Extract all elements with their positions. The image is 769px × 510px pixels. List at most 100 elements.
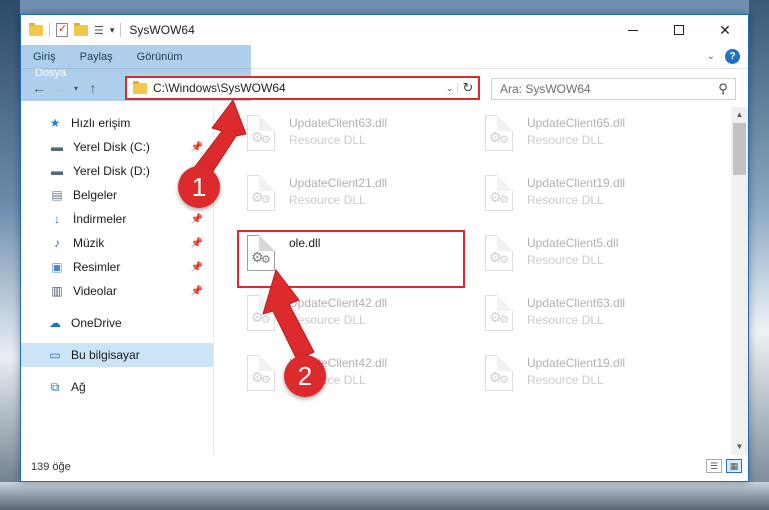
divider <box>120 23 122 37</box>
view-switcher: ☰ ▦ <box>706 459 742 473</box>
dll-file-icon: ⚙ ⚙ <box>241 295 279 341</box>
status-bar: 139 öğe ☰ ▦ <box>21 453 748 481</box>
desktop-background-left <box>0 0 20 510</box>
address-dropdown-icon[interactable]: ⌄ <box>442 82 458 94</box>
sidebar-item-videos[interactable]: ▥ Videolar 📌 <box>21 279 213 303</box>
music-icon: ♪ <box>54 236 60 250</box>
quick-access-toolbar: ☰ ▾ <box>21 22 122 37</box>
refresh-icon[interactable]: ↻ <box>458 80 478 96</box>
file-item[interactable]: ⚙ ⚙ UpdateClient65.dll Resource DLL <box>479 113 709 169</box>
file-item[interactable]: ⚙ ⚙ UpdateClient19.dll Resource DLL <box>479 173 709 229</box>
file-item[interactable]: ⚙ ⚙ UpdateClient5.dll Resource DLL <box>479 233 709 289</box>
pin-icon[interactable]: 📌 <box>191 238 203 249</box>
step-badge-2: 2 <box>284 355 326 397</box>
sidebar-item-label: İndirmeler <box>73 212 127 226</box>
back-arrow-icon[interactable]: ← <box>29 80 49 96</box>
address-path[interactable]: C:\Windows\SysWOW64 <box>153 81 442 95</box>
address-bar[interactable]: C:\Windows\SysWOW64 ⌄ ↻ <box>125 76 480 100</box>
sidebar-item-label: Müzik <box>73 236 105 250</box>
close-icon: ✕ <box>719 21 731 38</box>
dll-file-icon: ⚙ ⚙ <box>241 175 279 221</box>
file-item[interactable]: ⚙ ⚙ UpdateClient63.dll Resource DLL <box>241 113 471 169</box>
dll-file-icon: ⚙ ⚙ <box>479 295 517 341</box>
minimize-button[interactable] <box>610 15 656 45</box>
sidebar-item-label: Belgeler <box>73 188 118 202</box>
file-name: UpdateClient19.dll <box>527 356 626 370</box>
file-type: Resource DLL <box>527 313 604 327</box>
properties-icon[interactable] <box>56 22 68 37</box>
scroll-up-icon[interactable]: ▲ <box>731 107 748 123</box>
sidebar-item-network[interactable]: ⧉ Ağ <box>21 375 213 399</box>
file-type: Resource DLL <box>289 133 366 147</box>
file-item[interactable]: ⚙ ⚙ UpdateClient42.dll Resource DLL <box>241 293 471 349</box>
navigation-pane: ★ Hızlı erişim ▬ Yerel Disk (C:) 📌 ▬ Yer… <box>21 107 214 455</box>
search-placeholder[interactable]: Ara: SysWOW64 <box>500 82 711 96</box>
file-item[interactable]: ⚙ ⚙ UpdateClient63.dll Resource DLL <box>479 293 709 349</box>
file-type: Resource DLL <box>527 253 604 267</box>
file-item[interactable]: ⚙ ⚙ UpdateClient19.dll Resource DLL <box>479 353 709 409</box>
details-view-icon[interactable]: ☰ <box>706 459 722 473</box>
videos-icon: ▥ <box>51 284 63 298</box>
scroll-thumb[interactable] <box>733 123 746 175</box>
file-name: UpdateClient5.dll <box>527 236 619 250</box>
recent-locations-chevron-icon[interactable]: ▾ <box>69 84 83 93</box>
file-name: UpdateClient63.dll <box>527 296 626 310</box>
dll-file-icon: ⚙ ⚙ <box>241 355 279 401</box>
help-icon[interactable]: ? <box>725 49 740 64</box>
cloud-icon: ☁ <box>49 316 61 330</box>
pin-icon[interactable]: 📌 <box>191 142 203 153</box>
file-type: Resource DLL <box>289 193 366 207</box>
sidebar-item-label: Videolar <box>73 284 117 298</box>
network-icon: ⧉ <box>50 379 60 394</box>
sidebar-item-quick-access[interactable]: ★ Hızlı erişim <box>21 111 213 135</box>
large-icons-view-icon[interactable]: ▦ <box>726 459 742 473</box>
maximize-button[interactable] <box>656 15 702 45</box>
dll-file-icon: ⚙ ⚙ <box>241 115 279 161</box>
expand-ribbon-icon[interactable]: ⌄ <box>707 51 715 62</box>
selection-highlight <box>237 230 465 288</box>
documents-icon: ▤ <box>51 188 63 202</box>
folder-icon <box>29 22 43 36</box>
file-item[interactable]: ⚙ ⚙ UpdateClient42.dll Resource DLL <box>241 353 471 409</box>
search-icon[interactable]: ⚲ <box>711 81 735 97</box>
desktop-background-right <box>749 0 769 510</box>
star-icon: ★ <box>49 116 61 130</box>
window-controls: ✕ <box>610 15 748 45</box>
dll-file-icon: ⚙ ⚙ <box>479 175 517 221</box>
minimize-icon <box>628 29 638 31</box>
dll-file-icon: ⚙ ⚙ <box>479 235 517 281</box>
sidebar-item-this-pc[interactable]: ▭ Bu bilgisayar <box>21 343 213 367</box>
divider <box>49 23 50 37</box>
sidebar-item-label: Yerel Disk (D:) <box>73 164 150 178</box>
sidebar-item-local-disk-c[interactable]: ▬ Yerel Disk (C:) 📌 <box>21 135 213 159</box>
vertical-scrollbar[interactable]: ▲ ▼ <box>731 107 748 455</box>
sidebar-item-label: Resimler <box>73 260 121 274</box>
sidebar-item-onedrive[interactable]: ☁ OneDrive <box>21 311 213 335</box>
pin-icon[interactable]: 📌 <box>191 214 203 225</box>
sidebar-item-pictures[interactable]: ▣ Resimler 📌 <box>21 255 213 279</box>
forward-arrow-icon[interactable]: → <box>49 80 69 96</box>
close-button[interactable]: ✕ <box>702 15 748 45</box>
view-toggle-icon[interactable]: ☰ <box>94 24 104 37</box>
pin-icon[interactable]: 📌 <box>191 262 203 273</box>
up-arrow-icon[interactable]: ↑ <box>83 80 103 96</box>
sidebar-item-music[interactable]: ♪ Müzik 📌 <box>21 231 213 255</box>
file-item[interactable]: ⚙ ⚙ UpdateClient21.dll Resource DLL <box>241 173 471 229</box>
file-type: Resource DLL <box>527 133 604 147</box>
sidebar-item-label: OneDrive <box>71 316 122 330</box>
sidebar-item-label: Ağ <box>71 380 86 394</box>
sidebar-item-label: Yerel Disk (C:) <box>73 140 150 154</box>
dll-file-icon: ⚙ ⚙ <box>479 355 517 401</box>
step-badge-1: 1 <box>178 166 220 208</box>
sidebar-item-downloads[interactable]: ↓ İndirmeler 📌 <box>21 207 213 231</box>
sidebar-item-label: Hızlı erişim <box>71 116 131 130</box>
new-folder-icon[interactable] <box>74 22 88 36</box>
pin-icon[interactable]: 📌 <box>191 286 203 297</box>
ribbon-tabs: Dosya Giriş Paylaş Görünüm ⌄ ? <box>21 45 748 101</box>
file-name: UpdateClient65.dll <box>527 116 626 130</box>
chevron-down-icon[interactable]: ▾ <box>110 25 115 36</box>
download-icon: ↓ <box>54 212 60 226</box>
pictures-icon: ▣ <box>51 260 63 274</box>
search-field[interactable]: Ara: SysWOW64 ⚲ <box>491 78 736 100</box>
file-name: UpdateClient63.dll <box>289 116 388 130</box>
